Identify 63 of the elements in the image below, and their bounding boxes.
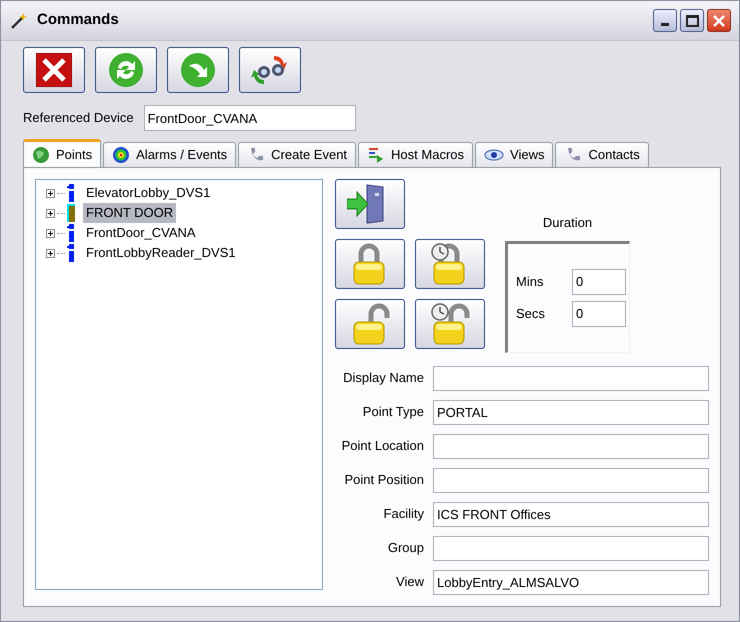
expand-icon[interactable] <box>46 228 55 238</box>
close-icon <box>36 53 72 87</box>
radar-icon <box>112 146 130 164</box>
property-field[interactable]: LobbyEntry_ALMSALVO <box>433 570 709 594</box>
door-status-icon <box>67 204 75 222</box>
redo-button[interactable] <box>167 47 229 93</box>
eye-icon <box>484 148 504 162</box>
magic-wand-icon <box>9 10 29 30</box>
unlock-button[interactable] <box>335 299 405 349</box>
expand-icon[interactable] <box>46 248 55 258</box>
refresh-button[interactable] <box>95 47 157 93</box>
globe-icon <box>32 146 50 164</box>
property-label: Point Location <box>340 437 424 456</box>
tab[interactable]: Views <box>475 142 554 167</box>
property-field[interactable] <box>433 468 709 492</box>
referenced-device-field[interactable]: FrontDoor_CVANA <box>144 105 356 131</box>
bar-chart-icon <box>367 146 386 164</box>
tree-item[interactable]: FRONT DOOR <box>83 203 176 223</box>
tab[interactable]: Host Macros <box>358 142 474 167</box>
duration-field[interactable]: 0 <box>572 300 626 326</box>
reader-status-icon <box>67 184 75 202</box>
property-label: View <box>395 573 424 592</box>
expand-icon[interactable] <box>46 208 55 218</box>
referenced-device-label: Referenced Device <box>23 109 134 128</box>
redo-icon <box>180 52 216 88</box>
property-field[interactable]: ICS FRONT Offices <box>433 502 709 526</box>
minimize-button[interactable] <box>653 9 677 32</box>
property-field[interactable] <box>433 536 709 560</box>
expand-icon[interactable] <box>46 188 55 198</box>
tab[interactable]: Points <box>23 139 102 167</box>
property-label: Display Name <box>342 369 424 388</box>
property-label: Group <box>386 539 424 558</box>
refresh-icon <box>108 52 144 88</box>
close-button[interactable] <box>707 9 731 32</box>
maximize-icon <box>686 14 698 26</box>
reader-status-icon <box>67 224 75 242</box>
tab[interactable]: Alarms / Events <box>103 142 236 167</box>
property-label: Point Type <box>362 403 424 422</box>
timed-lock-button[interactable] <box>415 239 485 289</box>
duration-title: Duration <box>542 214 592 232</box>
tab[interactable]: Create Event <box>238 142 356 167</box>
close-icon <box>712 14 726 28</box>
property-label: Facility <box>382 505 424 524</box>
lock-button[interactable] <box>335 239 405 289</box>
window-title: Commands <box>37 10 119 30</box>
find-button[interactable] <box>239 47 301 93</box>
property-label: Point Position <box>344 471 424 490</box>
maximize-button[interactable] <box>680 9 704 32</box>
tab[interactable]: Contacts <box>555 142 649 167</box>
tree-item[interactable]: ElevatorLobby_DVS1 <box>83 183 214 203</box>
cancel-button[interactable] <box>23 47 85 93</box>
minimize-icon <box>661 23 669 26</box>
tree-item[interactable]: FrontLobbyReader_DVS1 <box>83 243 239 263</box>
property-field[interactable] <box>433 366 709 390</box>
property-field[interactable]: PORTAL <box>433 400 709 424</box>
property-field[interactable] <box>433 434 709 458</box>
reader-status-icon <box>67 244 75 262</box>
duration-label: Secs <box>516 304 546 323</box>
tree-item[interactable]: FrontDoor_CVANA <box>83 223 199 243</box>
timed-unlock-button[interactable] <box>415 299 485 349</box>
door-access-button[interactable] <box>335 179 405 229</box>
duration-field[interactable]: 0 <box>572 268 626 294</box>
duration-label: Mins <box>516 272 544 291</box>
